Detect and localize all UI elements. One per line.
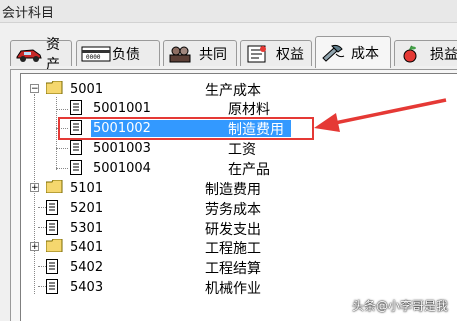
tree-line xyxy=(34,94,35,294)
title-bar: 会计科目 xyxy=(0,0,457,23)
tree-line xyxy=(56,97,57,170)
account-name: 工程施工 xyxy=(205,241,261,257)
account-name: 原材料 xyxy=(228,102,270,118)
tree-line xyxy=(56,148,68,149)
tab-liabilities[interactable]: 0000 负债 xyxy=(76,40,160,66)
account-name: 生产成本 xyxy=(205,83,261,99)
tree-node-5101[interactable]: 5101 制造费用 xyxy=(70,179,450,198)
watermark: 头条@小李哥是我 xyxy=(352,299,449,313)
card-icon: 0000 xyxy=(81,45,111,63)
account-code: 5201 xyxy=(70,201,104,216)
document-icon xyxy=(46,279,58,294)
tools-icon xyxy=(320,44,348,62)
document-icon xyxy=(46,259,58,274)
tree-line xyxy=(56,109,68,110)
tree-node-5402[interactable]: 5402 工程结算 xyxy=(70,258,450,277)
tab-equity[interactable]: 权益 xyxy=(240,40,312,66)
account-name: 工程结算 xyxy=(205,261,261,277)
account-name: 在产品 xyxy=(228,162,270,178)
tab-label: 成本 xyxy=(351,45,379,62)
account-code: 5403 xyxy=(70,280,104,295)
account-name: 工资 xyxy=(228,142,256,158)
document-icon xyxy=(46,200,58,215)
tab-label: 损益 xyxy=(430,46,457,63)
highlight-box xyxy=(58,117,314,140)
account-code: 5001004 xyxy=(93,161,151,176)
tab-common[interactable]: 共同 xyxy=(163,40,237,66)
car-icon xyxy=(15,45,43,63)
tree-line xyxy=(38,286,46,287)
account-name: 制造费用 xyxy=(205,182,261,198)
tab-profit-loss[interactable]: 损益 xyxy=(394,40,457,66)
tree-node-5403[interactable]: 5403 机械作业 xyxy=(70,278,450,297)
folder-icon xyxy=(45,80,63,95)
tree-node-5301[interactable]: 5301 研发支出 xyxy=(70,219,450,238)
tab-strip: 资产 0000 负债 共同 权益 成本 损益 xyxy=(10,36,457,73)
tab-assets[interactable]: 资产 xyxy=(10,37,72,73)
tree-node-5001004[interactable]: 5001004 在产品 xyxy=(93,159,393,178)
tab-label: 权益 xyxy=(276,46,304,63)
document-icon xyxy=(70,160,82,175)
expand-toggle[interactable]: + xyxy=(30,183,39,193)
tree-node-5001003[interactable]: 5001003 工资 xyxy=(93,139,393,158)
document-icon xyxy=(70,100,82,115)
tree-line xyxy=(56,168,68,169)
tab-label: 资产 xyxy=(46,36,60,73)
account-name: 劳务成本 xyxy=(205,202,261,218)
folder-icon xyxy=(45,238,63,253)
account-name: 研发支出 xyxy=(205,222,261,238)
folder-icon xyxy=(45,179,63,194)
apple-icon xyxy=(399,45,427,63)
tree-line xyxy=(38,266,46,267)
account-code: 5301 xyxy=(70,221,104,236)
account-code: 5402 xyxy=(70,260,104,275)
tab-cost[interactable]: 成本 xyxy=(315,36,391,68)
window-title: 会计科目 xyxy=(2,6,55,21)
expand-toggle[interactable]: + xyxy=(30,242,39,252)
tab-label: 共同 xyxy=(199,46,227,63)
tree-node-5201[interactable]: 5201 劳务成本 xyxy=(70,199,450,218)
account-code: 5001003 xyxy=(93,141,151,156)
tab-label: 负债 xyxy=(112,46,140,63)
document-icon xyxy=(70,140,82,155)
people-icon xyxy=(168,45,196,63)
arrow-icon xyxy=(314,98,447,132)
account-code: 5401 xyxy=(70,240,104,255)
collapse-toggle[interactable]: − xyxy=(30,84,39,94)
document-icon xyxy=(46,220,58,235)
svg-text:0000: 0000 xyxy=(86,54,101,61)
tree-line xyxy=(38,207,46,208)
account-code: 5001 xyxy=(70,82,104,97)
account-code: 5001001 xyxy=(93,101,151,116)
tree-line xyxy=(38,227,46,228)
document-icon xyxy=(245,45,273,63)
account-code: 5101 xyxy=(70,181,104,196)
tree-node-5401[interactable]: 5401 工程施工 xyxy=(70,238,450,257)
account-name: 机械作业 xyxy=(205,281,261,297)
